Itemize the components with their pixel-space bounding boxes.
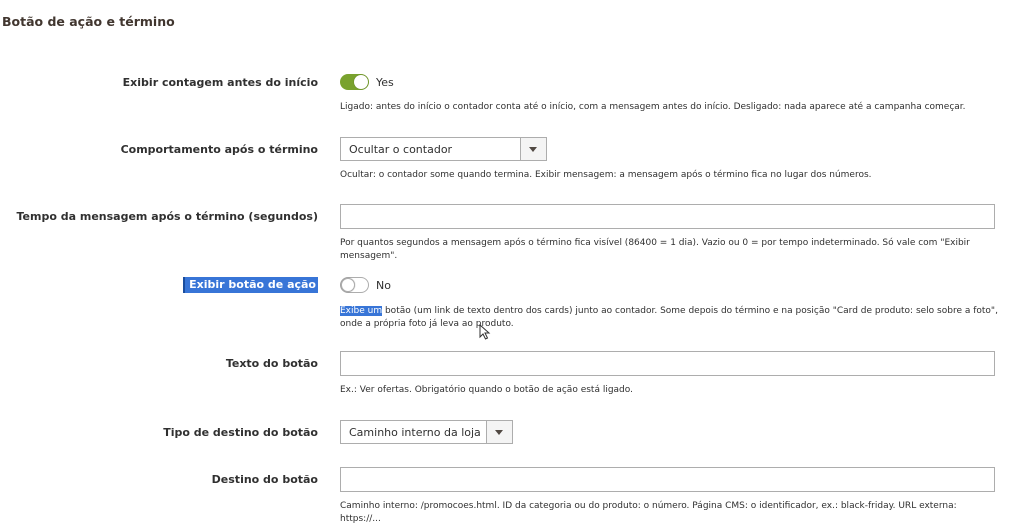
button-destination-input[interactable] [340, 467, 995, 492]
show-action-button-label: Exibir botão de ação [183, 277, 318, 293]
behavior-after-end-selected: Ocultar o contador [349, 143, 453, 156]
show-action-button-note: Exibe um botão (um link de texto dentro … [340, 305, 1000, 330]
config-page: Botão de ação e término Exibir contagem … [0, 0, 1024, 528]
button-destination-label: Destino do botão [211, 473, 318, 486]
button-destination-type-label: Tipo de destino do botão [163, 426, 318, 439]
toggle-knob [341, 278, 355, 292]
message-time-input[interactable] [340, 204, 995, 229]
chevron-down-icon [495, 430, 503, 435]
button-text-label: Texto do botão [225, 357, 318, 370]
selected-text: Exibe um [340, 306, 383, 316]
section-title: Botão de ação e término [2, 14, 175, 29]
show-action-button-note-rest: botão (um link de texto dentro dos cards… [340, 306, 998, 329]
countdown-before-start-toggle-state: Yes [376, 76, 394, 89]
button-destination-type-selected: Caminho interno da loja [349, 426, 481, 439]
dropdown-arrow [486, 421, 512, 443]
button-destination-note: Caminho interno: /promocoes.html. ID da … [340, 501, 957, 524]
show-action-button-toggle[interactable] [340, 277, 369, 293]
behavior-after-end-select[interactable]: Ocultar o contador [340, 137, 547, 161]
countdown-before-start-toggle[interactable] [340, 74, 369, 90]
dropdown-arrow [520, 138, 546, 160]
chevron-down-icon [529, 147, 537, 152]
countdown-before-start-note: Ligado: antes do início o contador conta… [340, 102, 966, 112]
mouse-cursor-icon [479, 324, 491, 340]
button-text-input[interactable] [340, 351, 995, 376]
countdown-before-start-label: Exibir contagem antes do início [122, 76, 318, 89]
button-text-note: Ex.: Ver ofertas. Obrigatório quando o b… [340, 385, 633, 395]
behavior-after-end-label: Comportamento após o término [120, 143, 318, 156]
show-action-button-toggle-state: No [376, 279, 391, 292]
button-destination-type-select[interactable]: Caminho interno da loja [340, 420, 513, 444]
toggle-knob [354, 75, 368, 89]
message-time-note: Por quantos segundos a mensagem após o t… [340, 238, 970, 261]
behavior-after-end-note: Ocultar: o contador some quando termina.… [340, 170, 872, 180]
message-time-label: Tempo da mensagem após o término (segund… [16, 210, 319, 223]
